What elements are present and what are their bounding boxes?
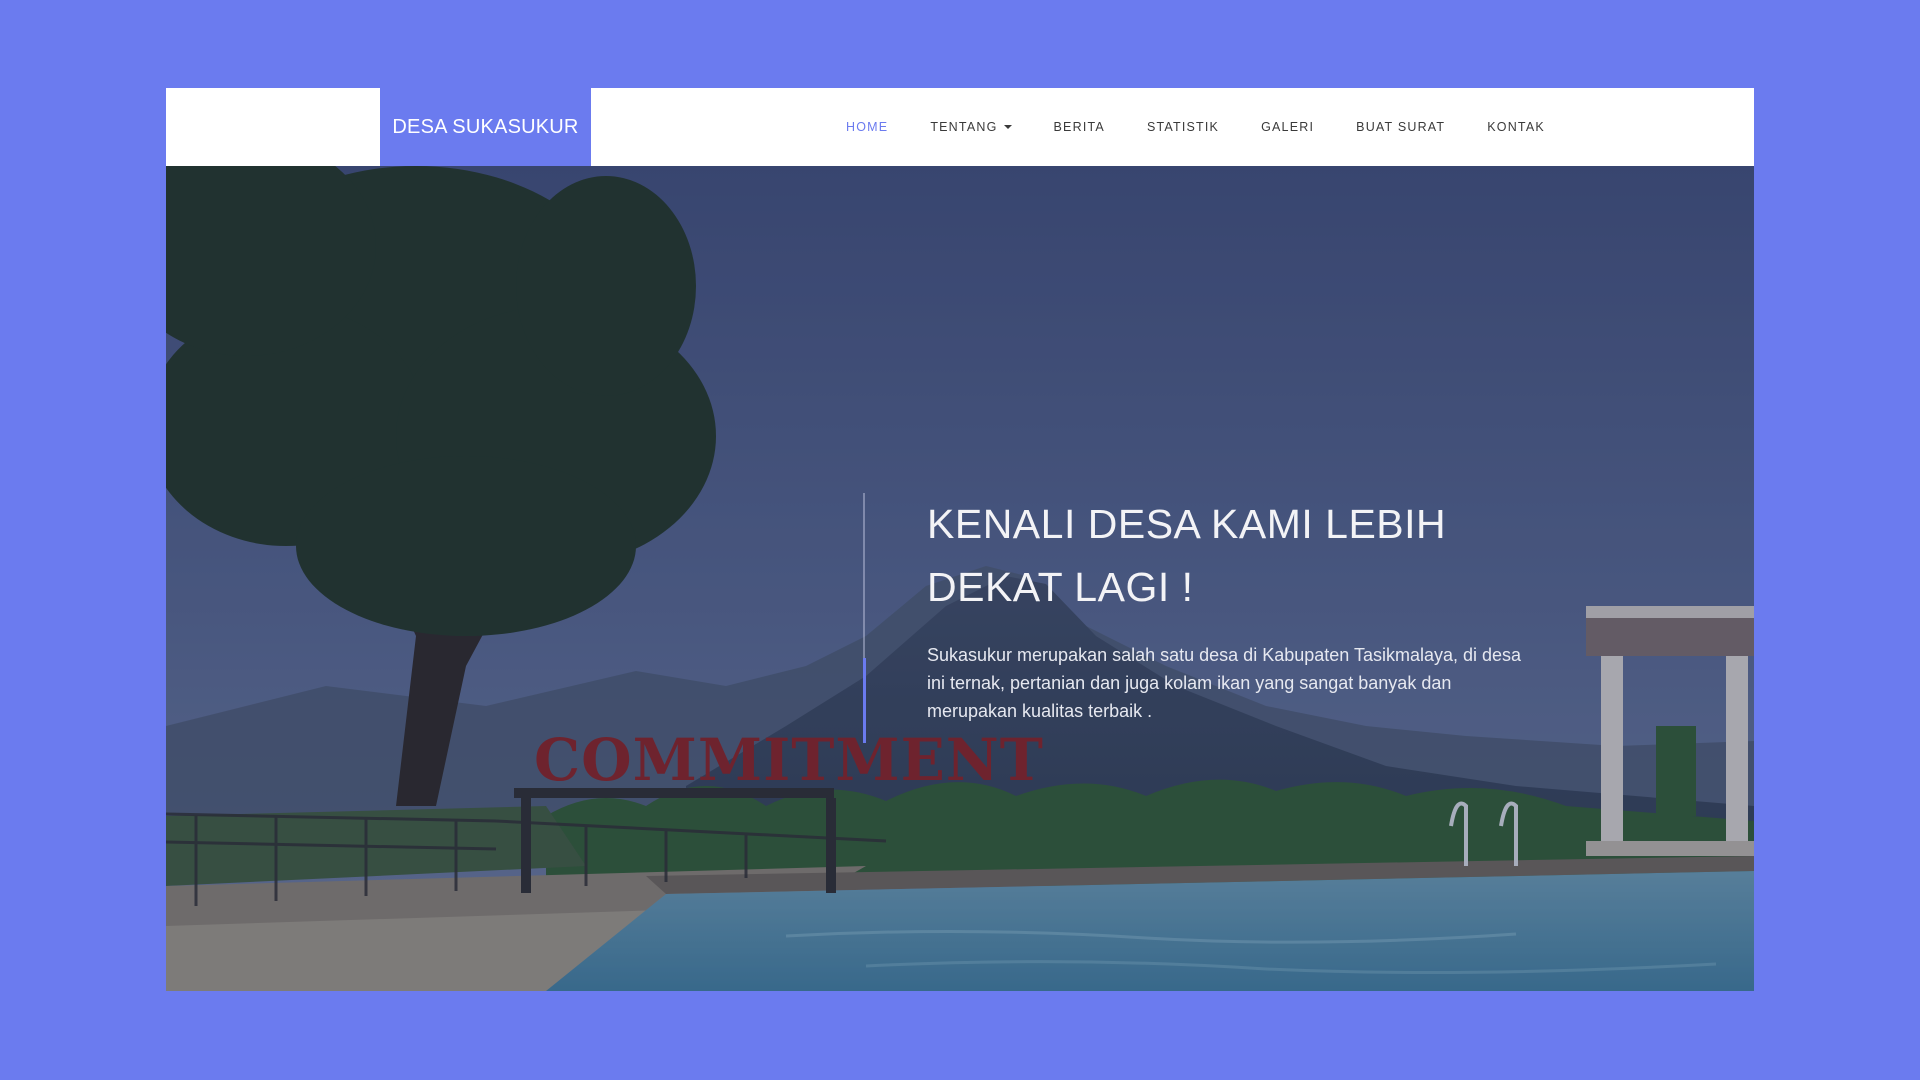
nav-item-buat-surat[interactable]: BUAT SURAT (1356, 120, 1445, 134)
hero-description: Sukasukur merupakan salah satu desa di K… (927, 645, 1522, 721)
nav-item-label: STATISTIK (1146, 120, 1220, 134)
nav-item-label: HOME (846, 120, 889, 134)
nav-item-berita[interactable]: BERITA (1054, 120, 1105, 134)
nav-item-label: KONTAK (1487, 120, 1545, 134)
nav-item-home[interactable]: HOME (846, 120, 888, 134)
hero-title-line2: DEKAT LAGI ! (927, 564, 1194, 610)
hero-title-line1: KENALI DESA KAMI LEBIH (927, 501, 1447, 547)
brand-logo-link[interactable]: DESA SUKASUKUR (380, 88, 591, 166)
nav-item-label: TENTANG (930, 120, 998, 134)
nav-item-label: GALERI (1261, 120, 1315, 134)
nav-item-label: BUAT SURAT (1356, 120, 1446, 134)
caret-down-icon (1003, 125, 1012, 129)
nav-item-label: BERITA (1053, 120, 1105, 134)
hero-title: KENALI DESA KAMI LEBIH DEKAT LAGI ! (927, 493, 1527, 619)
nav-item-kontak[interactable]: KONTAK (1487, 120, 1545, 134)
nav-item-galeri[interactable]: GALERI (1261, 120, 1314, 134)
main-nav: HOME TENTANG BERITA STATISTIK GALERI BUA… (846, 88, 1545, 166)
website-frame: DESA SUKASUKUR HOME TENTANG BERITA STATI… (166, 88, 1754, 991)
navbar: DESA SUKASUKUR HOME TENTANG BERITA STATI… (166, 88, 1754, 166)
hero-section: COMMITMENT KENALI DESA KAMI LEBIH DEKAT … (166, 166, 1754, 991)
nav-item-statistik[interactable]: STATISTIK (1147, 120, 1219, 134)
hero-divider-accent (863, 658, 866, 743)
nav-item-tentang[interactable]: TENTANG (930, 120, 1012, 134)
